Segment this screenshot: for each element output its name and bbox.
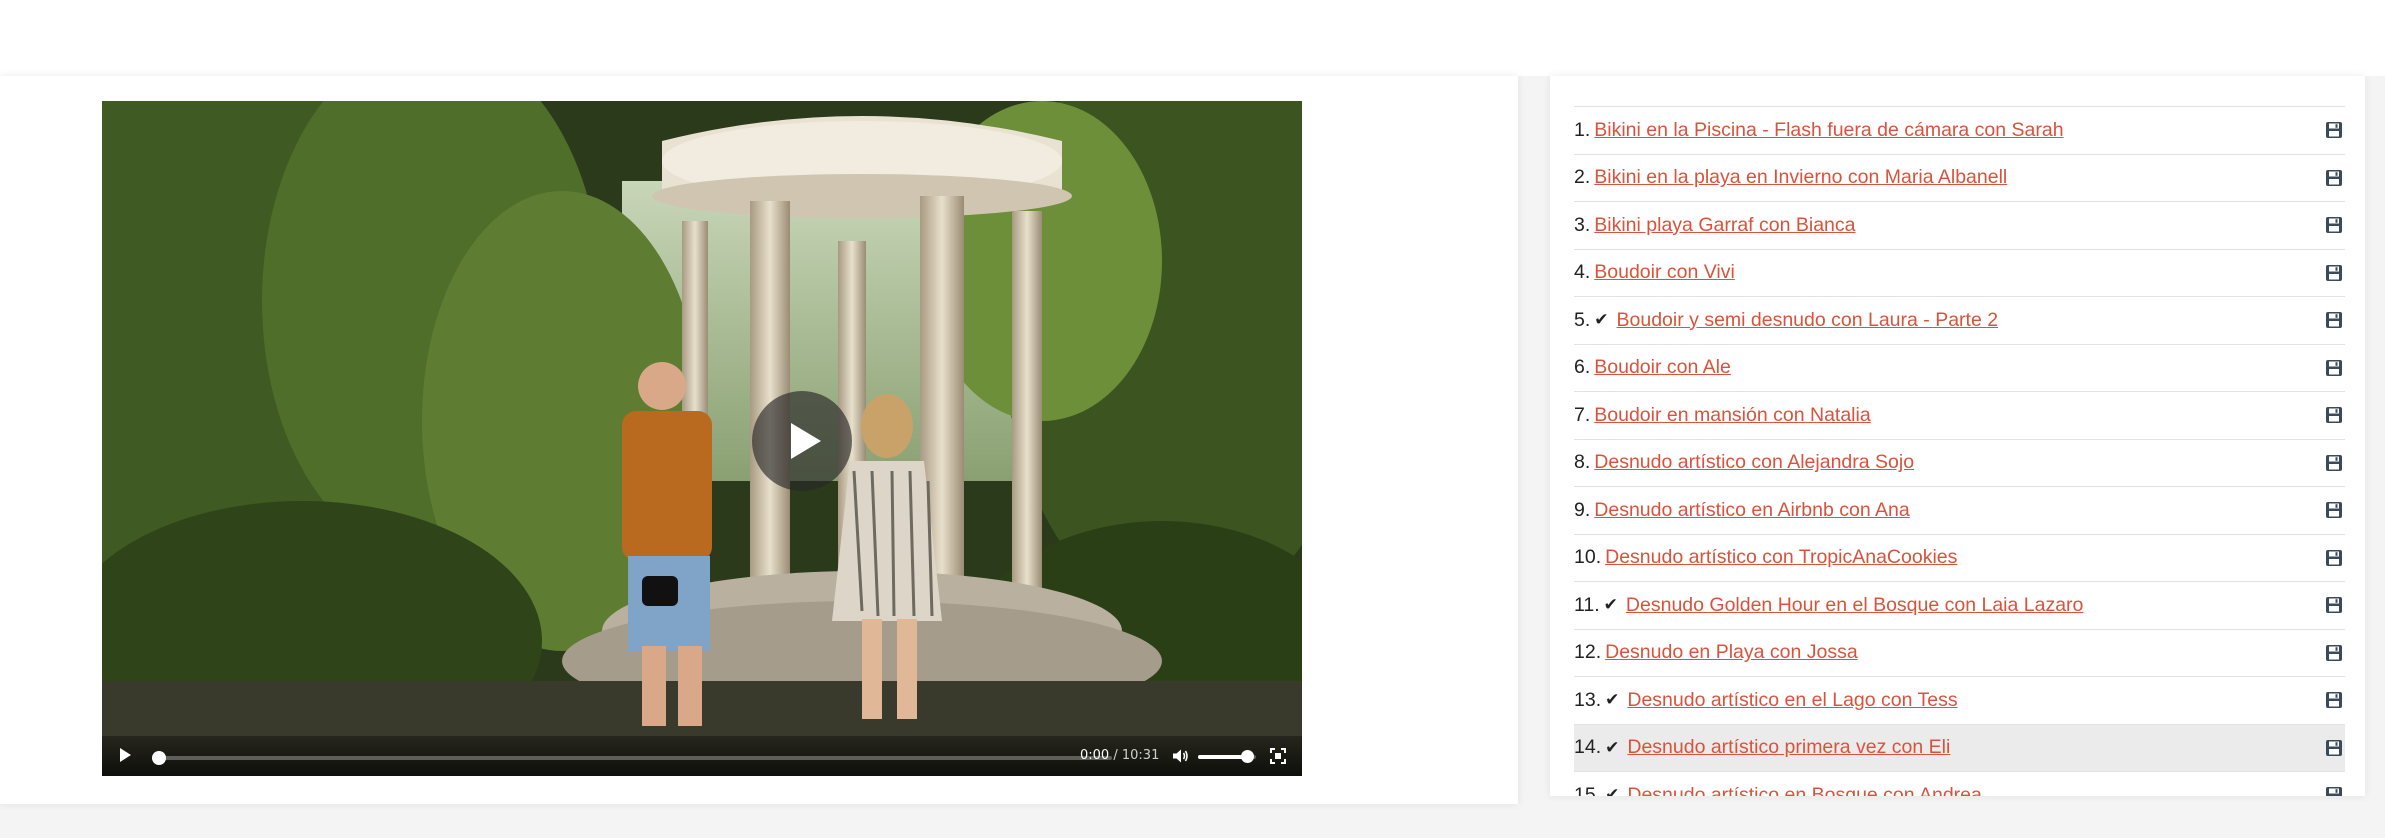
save-icon[interactable] [2325, 264, 2343, 282]
save-icon[interactable] [2325, 359, 2343, 377]
save-icon[interactable] [2325, 786, 2343, 796]
video-link[interactable]: Boudoir con Vivi [1594, 261, 1735, 284]
save-icon[interactable] [2325, 311, 2343, 329]
watched-check-icon: ✔ [1603, 595, 1618, 616]
playlist-item: 5. ✔ Boudoir y semi desnudo con Laura - … [1574, 296, 2345, 344]
watched-check-icon: ✔ [1594, 310, 1609, 331]
item-number: 7. [1574, 403, 1591, 426]
item-number: 3. [1574, 213, 1591, 236]
playlist-item: 13. ✔ Desnudo artístico en el Lago con T… [1574, 676, 2345, 724]
playlist-item: 15. ✔ Desnudo artístico en Bosque con An… [1574, 771, 2345, 796]
playlist-item: 12. Desnudo en Playa con Jossa [1574, 628, 2345, 677]
save-icon[interactable] [2325, 501, 2343, 519]
playlist-item: 10. Desnudo artístico con TropicAnaCooki… [1574, 533, 2345, 582]
item-number: 13. [1574, 688, 1602, 711]
current-time: 0:00 [1080, 748, 1110, 763]
video-link[interactable]: Desnudo artístico con Alejandra Sojo [1594, 451, 1914, 474]
video-link[interactable]: Desnudo artístico con TropicAnaCookies [1605, 546, 1957, 569]
video-link[interactable]: Desnudo artístico en el Lago con Tess [1627, 689, 1957, 712]
duration: 10:31 [1121, 748, 1160, 763]
item-number: 15. [1574, 783, 1602, 796]
item-number: 5. [1574, 308, 1591, 331]
save-icon[interactable] [2325, 549, 2343, 567]
big-play-button[interactable] [752, 391, 852, 491]
item-number: 1. [1574, 118, 1591, 141]
video-link[interactable]: Boudoir en mansión con Natalia [1594, 404, 1870, 427]
playlist-item: 1. Bikini en la Piscina - Flash fuera de… [1574, 106, 2345, 154]
video-link[interactable]: Bikini en la playa en Invierno con Maria… [1594, 166, 2007, 189]
video-frame [102, 101, 1302, 776]
playlist-item: 3. Bikini playa Garraf con Bianca [1574, 201, 2345, 249]
fullscreen-icon[interactable] [1270, 748, 1286, 764]
watched-check-icon: ✔ [1605, 737, 1620, 758]
save-icon[interactable] [2325, 406, 2343, 424]
progress-handle[interactable] [152, 751, 166, 765]
save-icon[interactable] [2325, 739, 2343, 757]
save-icon[interactable] [2325, 454, 2343, 472]
time-separator: / [1113, 748, 1118, 763]
playlist-item: 14. ✔ Desnudo artístico primera vez con … [1574, 723, 2345, 771]
playlist-item: 7. Boudoir en mansión con Natalia [1574, 391, 2345, 439]
playlist-item: 11. ✔ Desnudo Golden Hour en el Bosque c… [1574, 581, 2345, 629]
video-player[interactable]: 0:00 / 10:31 [102, 101, 1302, 776]
video-link[interactable]: Desnudo Golden Hour en el Bosque con Lai… [1626, 594, 2083, 617]
item-number: 12. [1574, 641, 1602, 664]
item-number: 10. [1574, 546, 1602, 569]
video-link[interactable]: Bikini playa Garraf con Bianca [1594, 214, 1855, 237]
time-display: 0:00 / 10:31 [1080, 748, 1159, 763]
playlist: 1. Bikini en la Piscina - Flash fuera de… [1574, 106, 2345, 796]
save-icon[interactable] [2325, 121, 2343, 139]
volume-icon[interactable] [1171, 747, 1189, 765]
volume-fill [1198, 755, 1248, 759]
video-link[interactable]: Desnudo artístico en Airbnb con Ana [1594, 499, 1909, 522]
playlist-item: 4. Boudoir con Vivi [1574, 248, 2345, 297]
item-number: 8. [1574, 451, 1591, 474]
playlist-item: 9. Desnudo artístico en Airbnb con Ana [1574, 486, 2345, 534]
watched-check-icon: ✔ [1605, 785, 1620, 796]
item-number: 4. [1574, 261, 1591, 284]
play-icon [791, 423, 821, 459]
save-icon[interactable] [2325, 169, 2343, 187]
video-link[interactable]: Boudoir y semi desnudo con Laura - Parte… [1617, 309, 1999, 332]
video-link[interactable]: Boudoir con Ale [1594, 356, 1731, 379]
save-icon[interactable] [2325, 216, 2343, 234]
video-link[interactable]: Bikini en la Piscina - Flash fuera de cá… [1594, 119, 2063, 142]
item-number: 11. [1574, 593, 1600, 616]
save-icon[interactable] [2325, 691, 2343, 709]
page-header-band [0, 0, 2385, 76]
playlist-item: 2. Bikini en la playa en Invierno con Ma… [1574, 153, 2345, 202]
save-icon[interactable] [2325, 596, 2343, 614]
video-link[interactable]: Desnudo artístico en Bosque con Andrea [1627, 784, 1982, 796]
video-link[interactable]: Desnudo en Playa con Jossa [1605, 641, 1858, 664]
volume-handle[interactable] [1241, 750, 1255, 763]
volume-slider[interactable] [1198, 750, 1256, 763]
control-bar: 0:00 / 10:31 [102, 736, 1302, 776]
playlist-panel: 1. Bikini en la Piscina - Flash fuera de… [1550, 76, 2365, 796]
play-icon[interactable] [120, 748, 131, 762]
item-number: 9. [1574, 498, 1591, 521]
watched-check-icon: ✔ [1605, 690, 1620, 711]
save-icon[interactable] [2325, 644, 2343, 662]
item-number: 14. [1574, 736, 1602, 759]
item-number: 2. [1574, 166, 1591, 189]
playlist-item: 8. Desnudo artístico con Alejandra Sojo [1574, 438, 2345, 487]
item-number: 6. [1574, 356, 1591, 379]
playlist-item: 6. Boudoir con Ale [1574, 343, 2345, 392]
progress-bar[interactable] [152, 751, 1112, 765]
video-link[interactable]: Desnudo artístico primera vez con Eli [1627, 736, 1950, 759]
